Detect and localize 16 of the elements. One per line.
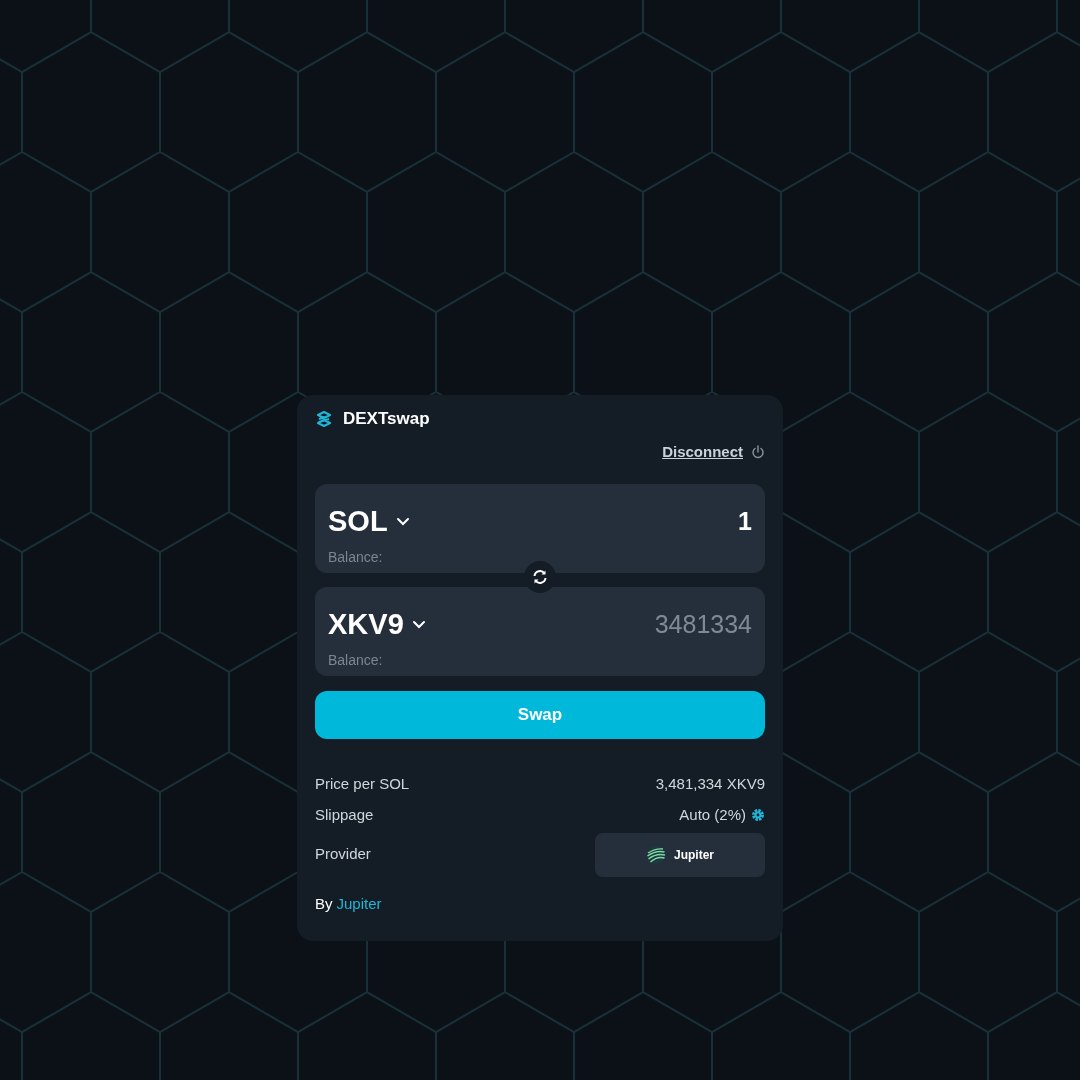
balance-label: Balance:	[328, 651, 384, 670]
detail-label: Provider	[315, 844, 371, 865]
amount-field[interactable]: 1	[552, 502, 752, 540]
provider-button[interactable]: Jupiter	[595, 832, 765, 877]
balance-label: Balance:	[328, 548, 384, 567]
token-selector[interactable]: SOL	[328, 499, 410, 543]
footer-text: By	[315, 893, 333, 914]
amount-field[interactable]: 3481334	[552, 605, 752, 643]
detail-value: Auto (2%)	[679, 804, 746, 825]
detail-label: Slippage	[315, 804, 374, 825]
detail-value: 3,481,334 XKV9	[655, 773, 765, 794]
token-selector[interactable]: XKV9	[328, 602, 426, 646]
disconnect-link[interactable]: Disconnect	[662, 441, 743, 464]
detail-label: Price per SOL	[315, 773, 410, 794]
provider-link[interactable]: Jupiter	[336, 892, 382, 915]
brand-name: DEXTswap	[343, 408, 430, 431]
